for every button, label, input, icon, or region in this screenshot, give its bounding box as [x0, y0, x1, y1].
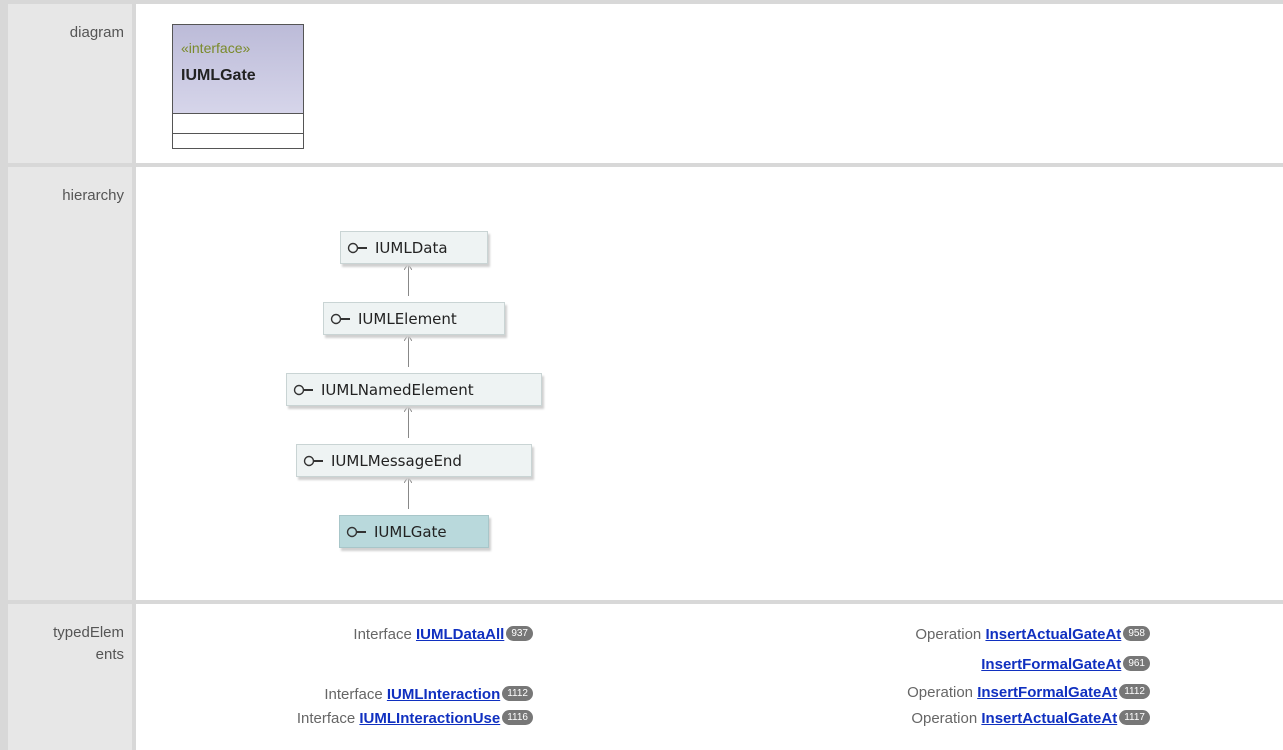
uml-class-header: «interface» IUMLGate — [173, 25, 303, 114]
typed-element-entry: Operation InsertActualGateAt 958 — [915, 626, 1150, 643]
typed-elements-row: typedElem ents Interface IUMLDataAll 937 … — [0, 604, 1283, 750]
typed-elements-label: typedElem ents — [8, 604, 136, 750]
uml-class-name: IUMLGate — [181, 67, 256, 84]
typed-elements-label-line2: ents — [95, 646, 124, 663]
page-number-badge: 1112 — [1119, 684, 1150, 699]
diagram-label: diagram — [8, 4, 136, 163]
page-number-badge: 1116 — [502, 710, 533, 725]
element-kind: Operation — [911, 710, 978, 727]
element-kind: Operation — [907, 684, 974, 701]
interface-lollipop-icon — [330, 313, 350, 324]
hierarchy-node-label: IUMLData — [375, 238, 448, 257]
page-number-badge: 1117 — [1119, 710, 1150, 725]
hierarchy-node-iumlnamedelement[interactable]: IUMLNamedElement — [286, 373, 542, 406]
arrowhead-icon — [404, 477, 412, 483]
hierarchy-node-iumlgate[interactable]: IUMLGate — [339, 515, 489, 548]
element-link[interactable]: IUMLInteractionUse — [359, 710, 500, 727]
interface-lollipop-icon — [303, 455, 323, 466]
page-number-badge: 958 — [1123, 626, 1150, 641]
hierarchy-node-iumlelement[interactable]: IUMLElement — [323, 302, 505, 335]
hierarchy-node-iumldata[interactable]: IUMLData — [340, 231, 488, 264]
typed-elements-label-line1: typedElem — [53, 624, 124, 641]
uml-class-box[interactable]: «interface» IUMLGate — [172, 24, 304, 149]
uml-stereotype: «interface» — [181, 40, 251, 56]
uml-compartment-divider — [173, 133, 303, 134]
interface-lollipop-icon — [293, 384, 313, 395]
page-number-badge: 937 — [506, 626, 533, 641]
element-link[interactable]: InsertActualGateAt — [985, 626, 1121, 643]
element-link[interactable]: InsertActualGateAt — [981, 710, 1117, 727]
typed-element-entry: Interface IUMLInteractionUse 1116 — [297, 710, 533, 727]
diagram-row: diagram «interface» IUMLGate — [0, 4, 1283, 163]
element-link[interactable]: InsertFormalGateAt — [977, 684, 1117, 701]
diagram-content: «interface» IUMLGate — [136, 4, 1283, 163]
arrowhead-icon — [404, 264, 412, 270]
typed-element-entry: InsertFormalGateAt 961 — [981, 656, 1150, 673]
hierarchy-node-label: IUMLNamedElement — [321, 380, 474, 399]
interface-lollipop-icon — [346, 526, 366, 537]
documentation-table: diagram «interface» IUMLGate hierarchy I… — [0, 0, 1283, 750]
hierarchy-row: hierarchy IUMLData IUMLElement IUMLNamed… — [0, 167, 1283, 600]
interface-lollipop-icon — [347, 242, 367, 253]
hierarchy-label: hierarchy — [8, 167, 136, 600]
typed-element-entry: Interface IUMLDataAll 937 — [353, 626, 533, 643]
page-number-badge: 1112 — [502, 686, 533, 701]
typed-element-entry: Operation InsertFormalGateAt 1112 — [907, 684, 1150, 701]
hierarchy-node-iumlmessageend[interactable]: IUMLMessageEnd — [296, 444, 532, 477]
hierarchy-content: IUMLData IUMLElement IUMLNamedElement IU… — [136, 167, 1283, 600]
element-link[interactable]: IUMLInteraction — [387, 686, 500, 703]
element-link[interactable]: InsertFormalGateAt — [981, 656, 1121, 673]
arrowhead-icon — [404, 406, 412, 412]
hierarchy-node-label: IUMLMessageEnd — [331, 451, 462, 470]
element-kind: Interface — [296, 710, 356, 727]
element-kind: Interface — [353, 626, 412, 643]
hierarchy-node-label: IUMLGate — [374, 522, 447, 541]
element-link[interactable]: IUMLDataAll — [416, 626, 504, 643]
typed-element-entry: Interface IUMLInteraction 1112 — [324, 686, 533, 703]
typed-element-entry: Operation InsertActualGateAt 1117 — [911, 710, 1150, 727]
element-kind: Operation — [915, 626, 982, 643]
typed-elements-content: Interface IUMLDataAll 937 Interface IUMLI… — [136, 604, 1283, 750]
element-kind: Interface — [324, 686, 383, 703]
hierarchy-node-label: IUMLElement — [358, 309, 457, 328]
arrowhead-icon — [404, 335, 412, 341]
page-number-badge: 961 — [1123, 656, 1150, 671]
